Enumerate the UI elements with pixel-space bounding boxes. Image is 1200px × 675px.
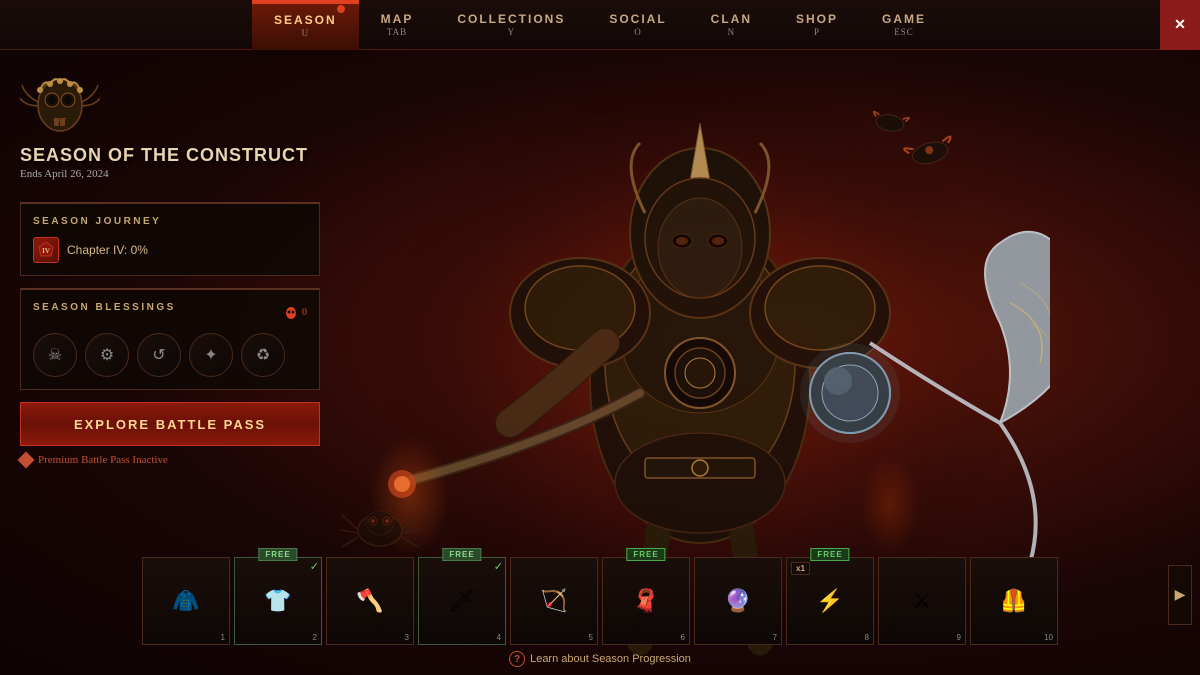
blessing-icon-2[interactable]: ↺ (137, 333, 181, 377)
svg-text:IV: IV (42, 247, 50, 255)
reward-number-1: 1 (221, 633, 225, 642)
nav-label-game: GAME (882, 12, 926, 26)
season-title: SEASON OF THE CONSTRUCT (20, 145, 308, 166)
reward-number-4: 4 (497, 633, 501, 642)
nav-label-season: SEASON (274, 13, 337, 27)
reward-item-9[interactable]: ⚔ 9 (878, 557, 966, 645)
scroll-right-button[interactable]: ▶ (1168, 565, 1192, 625)
nav-key-collections: Y (508, 27, 516, 37)
diamond-icon (18, 452, 35, 469)
reward-item-7[interactable]: 🔮 7 (694, 557, 782, 645)
blessings-count: 0 (302, 307, 307, 318)
reward-item-8[interactable]: FREE x1 ⚡ 8 (786, 557, 874, 645)
spider-creature (340, 485, 420, 565)
reward-icon-3: 🪓 (343, 571, 398, 631)
nav-key-social: O (634, 27, 642, 37)
nav-item-clan[interactable]: CLAN N (689, 0, 774, 50)
blessing-icon-3[interactable]: ✦ (189, 333, 233, 377)
nav-item-map[interactable]: MAP TAB (359, 0, 436, 50)
nav-label-social: SOCIAL (609, 12, 666, 26)
blessing-icon-0[interactable]: ☠ (33, 333, 77, 377)
checkmark-2: ✓ (310, 560, 319, 573)
reward-item-6[interactable]: FREE 🧣 6 (602, 557, 690, 645)
reward-number-7: 7 (773, 633, 777, 642)
premium-inactive-text: Premium Battle Pass Inactive (38, 454, 168, 466)
blessing-icon-4[interactable]: ♻ (241, 333, 285, 377)
nav-key-map: TAB (387, 27, 407, 37)
reward-icon-6: 🧣 (619, 571, 674, 631)
chapter-icon: IV (33, 237, 59, 263)
nav-key-game: ESC (894, 27, 914, 37)
reward-icon-2: 👕 (251, 571, 306, 631)
close-button[interactable]: ✕ (1160, 0, 1200, 50)
nav-label-map: MAP (381, 12, 414, 26)
left-panel: SEASON OF THE CONSTRUCT Ends April 26, 2… (20, 60, 320, 466)
reward-icon-8: ⚡ (803, 571, 858, 631)
learn-link-text: Learn about Season Progression (530, 653, 691, 665)
journey-panel-title: SEASON JOURNEY (33, 216, 307, 227)
reward-number-9: 9 (957, 633, 961, 642)
nav-item-game[interactable]: GAME ESC (860, 0, 948, 50)
battle-pass-button[interactable]: EXPLORE BATTLE PASS (20, 402, 320, 446)
reward-number-3: 3 (405, 633, 409, 642)
reward-number-10: 10 (1044, 633, 1053, 642)
skull-small-icon (284, 306, 298, 320)
blessings-icons-row: ☠⚙↺✦♻ (33, 333, 307, 377)
reward-icon-5: 🏹 (527, 571, 582, 631)
learn-progression-link[interactable]: ? Learn about Season Progression (509, 651, 691, 667)
reward-icon-9: ⚔ (895, 571, 950, 631)
reward-badge-4: FREE (442, 548, 481, 561)
reward-number-6: 6 (681, 633, 685, 642)
reward-item-10[interactable]: 🦺 10 (970, 557, 1058, 645)
checkmark-4: ✓ (494, 560, 503, 573)
reward-number-2: 2 (313, 633, 317, 642)
blessings-panel-title: SEASON BLESSINGS (33, 302, 176, 313)
nav-items: SEASON U MAP TAB COLLECTIONS Y SOCIAL O … (252, 0, 948, 50)
nav-label-collections: COLLECTIONS (457, 12, 565, 26)
reward-icon-4: 🗡 (435, 571, 490, 631)
reward-icon-1: 🧥 (159, 571, 214, 631)
blessings-header: SEASON BLESSINGS 0 (33, 302, 307, 323)
reward-item-2[interactable]: FREE ✓ 👕 2 (234, 557, 322, 645)
nav-key-season: U (302, 28, 310, 38)
season-header: SEASON OF THE CONSTRUCT Ends April 26, 2… (20, 60, 320, 190)
reward-icon-7: 🔮 (711, 571, 766, 631)
x1-badge-8: x1 (791, 562, 810, 575)
season-notification-badge (337, 5, 345, 13)
reward-item-4[interactable]: FREE ✓ 🗡 4 (418, 557, 506, 645)
reward-badge-6: FREE (626, 548, 665, 561)
premium-inactive-label: Premium Battle Pass Inactive (20, 454, 320, 466)
nav-item-shop[interactable]: SHOP P (774, 0, 860, 50)
reward-item-5[interactable]: 🏹 5 (510, 557, 598, 645)
nav-label-shop: SHOP (796, 12, 838, 26)
nav-key-clan: N (728, 27, 736, 37)
season-skull-icon (20, 70, 100, 140)
reward-number-8: 8 (865, 633, 869, 642)
season-blessings-panel: SEASON BLESSINGS 0 ☠⚙↺✦♻ (20, 288, 320, 390)
rewards-bar: 🧥 1 FREE ✓ 👕 2 🪓 3 FREE ✓ 🗡 4 🏹 5 FREE 🧣… (0, 557, 1200, 645)
navigation-bar: SEASON U MAP TAB COLLECTIONS Y SOCIAL O … (0, 0, 1200, 50)
nav-item-season[interactable]: SEASON U (252, 0, 359, 50)
journey-row: IV Chapter IV: 0% (33, 237, 307, 263)
reward-icon-10: 🦺 (987, 571, 1042, 631)
reward-item-3[interactable]: 🪓 3 (326, 557, 414, 645)
nav-item-collections[interactable]: COLLECTIONS Y (435, 0, 587, 50)
blessing-icon-1[interactable]: ⚙ (85, 333, 129, 377)
chapter-text: Chapter IV: 0% (67, 243, 148, 257)
nav-item-social[interactable]: SOCIAL O (587, 0, 688, 50)
season-subtitle: Ends April 26, 2024 (20, 168, 109, 180)
reward-badge-2: FREE (258, 548, 297, 561)
reward-item-1[interactable]: 🧥 1 (142, 557, 230, 645)
blessings-counter: 0 (284, 306, 307, 320)
season-journey-panel: SEASON JOURNEY IV Chapter IV: 0% (20, 202, 320, 276)
nav-label-clan: CLAN (711, 12, 752, 26)
reward-badge-8: FREE (810, 548, 849, 561)
nav-key-shop: P (814, 27, 820, 37)
reward-number-5: 5 (589, 633, 593, 642)
question-icon: ? (509, 651, 525, 667)
